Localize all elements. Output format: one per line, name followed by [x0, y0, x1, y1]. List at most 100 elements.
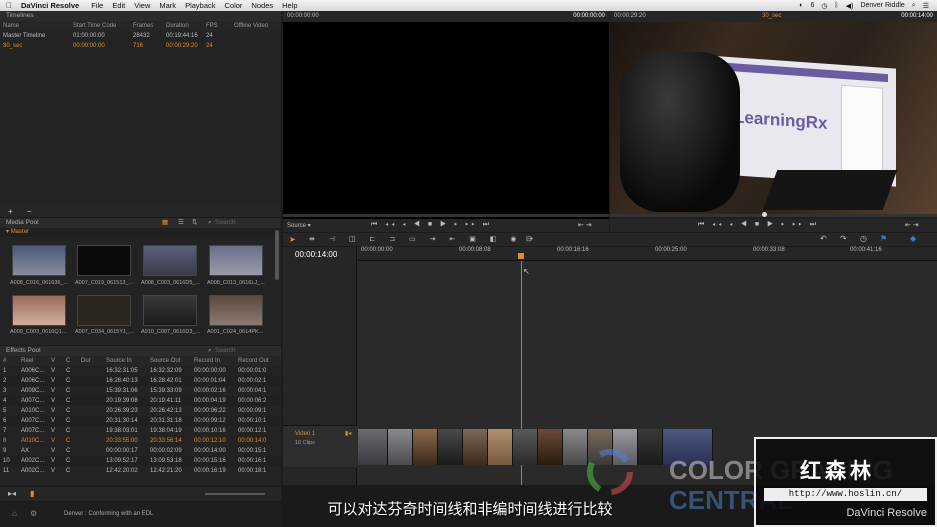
- effects-col-header[interactable]: Reel: [18, 356, 48, 366]
- track-monitor-icon[interactable]: ▮◂: [345, 430, 351, 437]
- clip-frame[interactable]: [413, 429, 438, 465]
- menu-view[interactable]: View: [134, 1, 150, 10]
- clock-icon[interactable]: ◷: [821, 2, 827, 10]
- menu-nodes[interactable]: Nodes: [251, 1, 273, 10]
- effects-col-header[interactable]: #: [0, 356, 18, 366]
- clip-frame[interactable]: [358, 429, 388, 465]
- table-row[interactable]: 3 A009C... V C 15:39:31:06 15:39:33:09 00:00:0…: [0, 386, 281, 396]
- scrollbar[interactable]: [275, 230, 279, 280]
- clip-thumbnail[interactable]: [209, 245, 263, 276]
- clip-thumbnail[interactable]: [143, 295, 197, 326]
- marker-icon[interactable]: ◆: [910, 234, 916, 243]
- edit-tools[interactable]: ⇼ ⊣ ◫ ⊏ ⊐ ▭ ⇥ ⇤ ▣ ◧ ◉ •: [309, 235, 539, 243]
- search-input[interactable]: Search: [215, 346, 236, 356]
- clip-thumbnail[interactable]: [143, 245, 197, 276]
- source-nav-icons[interactable]: ⇤ ⇥: [578, 221, 592, 229]
- clip-frame[interactable]: [463, 429, 488, 465]
- menu-help[interactable]: Help: [282, 1, 297, 10]
- collapse-icon[interactable]: ▸◂: [8, 489, 16, 498]
- effects-col-header[interactable]: Source In: [103, 356, 147, 366]
- table-row[interactable]: 4 A007C... V C 20:19:39:08 20:19:41:11 00:00:0…: [0, 396, 281, 406]
- search-icon[interactable]: ⌕: [912, 2, 916, 10]
- col-offline[interactable]: Offline Video: [231, 21, 281, 31]
- menu-edit[interactable]: Edit: [112, 1, 125, 10]
- status-icon[interactable]: ◐: [799, 2, 803, 9]
- table-row[interactable]: Master Timeline 01:00:00:00 28432 00:19:…: [0, 31, 281, 41]
- clip-thumbnail[interactable]: [12, 295, 66, 326]
- record-transport-controls[interactable]: ⏮ ◂◂ ◂ ◀ ■ ▶ ▸ ▸▸ ⏭: [698, 221, 819, 229]
- clip-thumbnail[interactable]: [77, 245, 131, 276]
- clip-frame[interactable]: [388, 429, 413, 465]
- source-mode-select[interactable]: Source ▾: [287, 222, 311, 229]
- source-scrubber[interactable]: [283, 214, 609, 217]
- effects-col-header[interactable]: Source Out: [147, 356, 191, 366]
- record-scrubber[interactable]: [610, 212, 937, 217]
- clip-frame[interactable]: [438, 429, 463, 465]
- col-duration[interactable]: Duration: [163, 21, 203, 31]
- apple-icon[interactable]: : [6, 1, 12, 10]
- effects-col-header[interactable]: V: [48, 356, 63, 366]
- source-transport-controls[interactable]: ⏮ ◂◂ ◂ ◀ ■ ▶ ▸ ▸▸ ⏭: [371, 221, 492, 229]
- table-row[interactable]: 2 A006C... V C 16:28:40:13 16:28:42:01 00:00:0…: [0, 376, 281, 386]
- record-video[interactable]: LearningRx: [610, 22, 937, 214]
- playhead-marker[interactable]: [518, 253, 524, 259]
- table-row[interactable]: 6 A007C... V C 20:31:30:14 20:31:31:18 00:00:0…: [0, 416, 281, 426]
- current-timecode[interactable]: 00:00:14:00: [295, 250, 337, 259]
- menu-mark[interactable]: Mark: [159, 1, 176, 10]
- clip-thumbnail[interactable]: [209, 295, 263, 326]
- gear-icon[interactable]: ⚙: [30, 509, 37, 518]
- search-input[interactable]: Search: [215, 218, 236, 228]
- clip-frame[interactable]: [538, 429, 563, 465]
- record-playhead[interactable]: [762, 212, 767, 217]
- remove-timeline-button[interactable]: −: [27, 207, 32, 216]
- track-video-1[interactable]: Video 1 16 Clips ▮◂: [283, 425, 357, 467]
- undo-icon[interactable]: ↶: [820, 234, 827, 243]
- col-start[interactable]: Start Time Code: [70, 21, 130, 31]
- table-row[interactable]: 5 A010C... V C 20:26:39:23 20:26:42:13 00:00:0…: [0, 406, 281, 416]
- menu-file[interactable]: File: [91, 1, 103, 10]
- table-row[interactable]: 9 AX V C 00:00:00:17 00:00:02:09 00:00:14:00 00…: [0, 446, 281, 456]
- home-icon[interactable]: ⌂: [12, 509, 17, 518]
- table-row[interactable]: 1 A006C... V C 16:32:31:05 16:32:32:09 00:00:0…: [0, 366, 281, 376]
- source-video[interactable]: [283, 22, 609, 219]
- table-row[interactable]: 8 A010C... V C 20:33:55:00 20:33:56:14 00:00:1…: [0, 436, 281, 446]
- volume-icon[interactable]: ◀): [846, 2, 854, 10]
- col-name[interactable]: Name: [0, 21, 70, 31]
- cell: V: [48, 376, 63, 386]
- clip-thumbnail[interactable]: [12, 245, 66, 276]
- bluetooth-icon[interactable]: ᛒ: [835, 2, 839, 9]
- effects-col-header[interactable]: Dur: [78, 356, 103, 366]
- user-name[interactable]: Denver Riddle: [860, 2, 904, 9]
- app-menu[interactable]: DaVinci Resolve: [21, 1, 79, 10]
- effects-col-header[interactable]: Record In: [191, 356, 235, 366]
- col-fps[interactable]: FPS: [203, 21, 231, 31]
- history-icon[interactable]: ◷: [860, 234, 867, 243]
- timeline-ruler[interactable]: 00:00:00:00 00:00:08:08 00:00:16:16 00:0…: [358, 247, 937, 261]
- clip-frame[interactable]: [488, 429, 513, 465]
- table-row[interactable]: 11 A002C... V C 12:42:20:02 12:42:21:20 00:00:…: [0, 466, 281, 476]
- record-nav-icons[interactable]: ⇤ ⇥: [905, 221, 919, 229]
- grid-view-icon[interactable]: ▦: [162, 218, 168, 228]
- zoom-slider[interactable]: [205, 493, 265, 495]
- menu-color[interactable]: Color: [225, 1, 243, 10]
- table-row[interactable]: 30_sec 00:00:00:00 716 00:00:29:20 24: [0, 41, 281, 51]
- redo-icon[interactable]: ↷: [840, 234, 847, 243]
- sort-icon[interactable]: ⇅: [192, 218, 197, 228]
- effects-col-header[interactable]: C: [63, 356, 78, 366]
- add-timeline-button[interactable]: +: [8, 207, 13, 216]
- folder-master[interactable]: ▾ Master: [0, 228, 281, 237]
- file-icon[interactable]: ▮: [30, 489, 34, 498]
- list-view-icon[interactable]: ☰: [178, 218, 184, 228]
- clip-frame[interactable]: [513, 429, 538, 465]
- col-frames[interactable]: Frames: [130, 21, 163, 31]
- search-icon: ⌕: [208, 347, 212, 354]
- table-row[interactable]: 10 A002C... V C 13:09:52:17 13:09:53:18 00:00:…: [0, 456, 281, 466]
- list-icon[interactable]: ☰: [923, 2, 929, 10]
- effects-col-header[interactable]: Record Out: [235, 356, 281, 366]
- snap-icon[interactable]: ⊟: [526, 235, 532, 243]
- pointer-tool-icon[interactable]: ➤: [289, 235, 296, 244]
- menu-playback[interactable]: Playback: [185, 1, 215, 10]
- flag-icon[interactable]: ⚑: [880, 234, 887, 243]
- clip-thumbnail[interactable]: [77, 295, 131, 326]
- table-row[interactable]: 7 A007C... V C 19:38:03:01 19:38:04:19 00:00:1…: [0, 426, 281, 436]
